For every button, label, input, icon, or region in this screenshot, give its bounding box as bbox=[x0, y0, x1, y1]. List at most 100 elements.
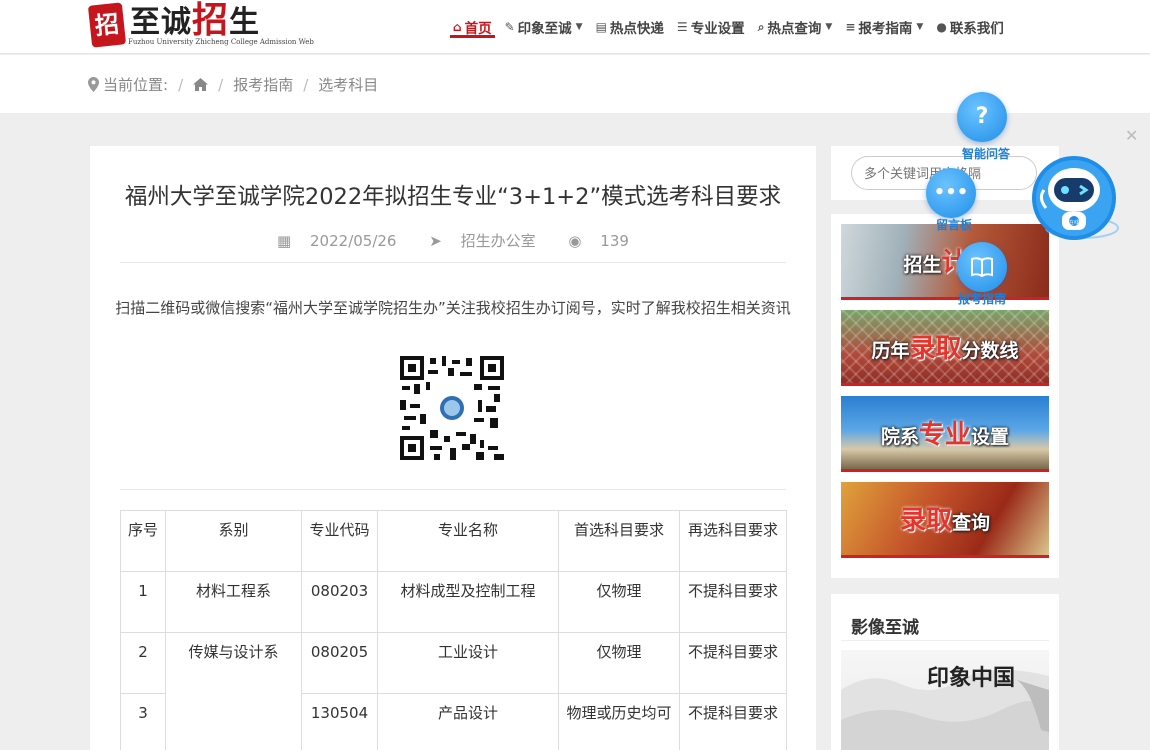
nav-news[interactable]: ▤ 热点快递 bbox=[593, 0, 667, 54]
banner-past-scores[interactable]: 历年录取分数线 bbox=[841, 310, 1049, 386]
table-cell: 不提科目要求 bbox=[679, 693, 787, 750]
logo-seal: 招 bbox=[87, 2, 127, 48]
nav-query[interactable]: ⌕ 热点查询 ▼ bbox=[755, 0, 836, 54]
caret-down-icon: ▼ bbox=[575, 22, 583, 32]
list-icon: ☰ bbox=[676, 20, 688, 34]
message-board-label: 留言板 bbox=[936, 218, 973, 232]
paper-plane-icon: ➤ bbox=[429, 232, 442, 250]
banner-strip bbox=[841, 297, 1049, 300]
table-header-cell: 序号 bbox=[120, 510, 166, 572]
table-header-cell: 再选科目要求 bbox=[679, 510, 787, 572]
divider bbox=[120, 262, 786, 263]
breadcrumb-separator: / bbox=[178, 75, 184, 94]
logo-title: 至诚招生 bbox=[130, 0, 261, 41]
table-cell: 080205 bbox=[301, 632, 378, 694]
article-meta: ▦ 2022/05/26 ➤ 招生办公室 ◉ 139 bbox=[90, 230, 816, 251]
table-header-cell: 专业名称 bbox=[377, 510, 559, 572]
table-cell: 130504 bbox=[301, 693, 378, 750]
home-icon: ⌂ bbox=[453, 20, 462, 34]
guide-button[interactable] bbox=[957, 242, 1007, 292]
table-cell: 仅物理 bbox=[558, 632, 680, 694]
guide-label: 报考指南 bbox=[958, 292, 1007, 306]
main-nav: ⌂ 首页 ✎ 印象至诚 ▼ ▤ 热点快递 ☰ 专业设置 ⌕ 热点查询 ▼ ≡ 报考指南 ▼ ● 联系… bbox=[450, 0, 1014, 54]
nav-impression[interactable]: ✎ 印象至诚 ▼ bbox=[502, 0, 586, 54]
breadcrumb-separator: / bbox=[218, 75, 224, 94]
robot-badge-label: 在线 bbox=[1069, 219, 1079, 226]
table-header-cell: 首选科目要求 bbox=[558, 510, 680, 572]
table-cell: 2 bbox=[120, 632, 166, 694]
banner-label: 录取查询 bbox=[899, 506, 991, 536]
sidebar-gallery: 影像至诚 印象中国 bbox=[831, 594, 1059, 750]
newspaper-icon: ▤ bbox=[595, 20, 607, 34]
search-icon: ⌕ bbox=[757, 19, 765, 34]
smart-qa-button[interactable]: ? bbox=[957, 92, 1007, 142]
calendar-icon: ▦ bbox=[277, 232, 292, 250]
article-card: 福州大学至诚学院2022年拟招生专业“3+1+2”模式选考科目要求 ▦ 2022… bbox=[90, 146, 816, 750]
table-row: 2 传媒与设计系 080205 工业设计 仅物理 不提科目要求 bbox=[120, 632, 787, 750]
table-cell: 材料工程系 bbox=[165, 571, 302, 633]
sidebar-banners: 招生计划 历年录取分数线 院系专业设置 录取查询 bbox=[831, 214, 1059, 578]
nav-majors[interactable]: ☰ 专业设置 bbox=[674, 0, 748, 54]
close-icon[interactable]: ✕ bbox=[1125, 126, 1138, 145]
divider bbox=[841, 640, 1049, 641]
subject-requirements-table: 序号 系别 专业代码 专业名称 首选科目要求 再选科目要求 1 材料工程系 08… bbox=[120, 510, 787, 750]
message-board-button[interactable]: ••• bbox=[926, 168, 976, 218]
breadcrumb-link-guide[interactable]: 报考指南 bbox=[233, 74, 293, 95]
site-logo[interactable]: 招 至诚招生 Fuzhou University Zhicheng Colleg… bbox=[87, 0, 314, 48]
table-cell: 传媒与设计系 bbox=[165, 632, 302, 750]
banner-strip bbox=[841, 555, 1049, 558]
gallery-calligraphy: 印象中国 bbox=[927, 665, 1016, 691]
eye-icon: ◉ bbox=[568, 232, 582, 250]
banner-departments[interactable]: 院系专业设置 bbox=[841, 396, 1049, 472]
banner-admission-query[interactable]: 录取查询 bbox=[841, 482, 1049, 558]
smart-qa-label: 智能问答 bbox=[962, 147, 1011, 161]
map-marker-icon bbox=[88, 77, 99, 92]
table-cell: 物理或历史均可 bbox=[558, 693, 680, 750]
table-cell: 工业设计 bbox=[377, 632, 559, 694]
divider bbox=[120, 489, 786, 490]
table-cell: 3 bbox=[120, 693, 166, 750]
gallery-image[interactable]: 印象中国 bbox=[841, 650, 1049, 750]
robot-assistant-icon[interactable]: 在线 bbox=[1030, 156, 1120, 246]
breadcrumb: 当前位置: / / 报考指南 / 选考科目 bbox=[88, 74, 378, 95]
table-header-cell: 系别 bbox=[165, 510, 302, 572]
article-intro: 扫描二维码或微信搜索“福州大学至诚学院招生办”关注我校招生办订阅号，实时了解我校… bbox=[115, 299, 791, 317]
logo-subtitle: Fuzhou University Zhicheng College Admis… bbox=[128, 38, 314, 46]
book-icon bbox=[971, 257, 993, 278]
breadcrumb-prefix: 当前位置: bbox=[103, 76, 169, 94]
article-author: ➤ 招生办公室 bbox=[429, 232, 536, 250]
table-cell: 080203 bbox=[301, 571, 378, 633]
banner-label: 招生计划 bbox=[903, 248, 986, 278]
table-header-row: 序号 系别 专业代码 专业名称 首选科目要求 再选科目要求 bbox=[120, 510, 787, 572]
table-cell: 1 bbox=[120, 571, 166, 633]
breadcrumb-current: 选考科目 bbox=[318, 76, 379, 94]
nav-contact[interactable]: ● 联系我们 bbox=[933, 0, 1006, 54]
table-cell: 不提科目要求 bbox=[679, 632, 787, 694]
table-cell: 不提科目要求 bbox=[679, 571, 787, 633]
magic-wand-icon: ✎ bbox=[504, 20, 515, 34]
nav-home[interactable]: ⌂ 首页 bbox=[450, 0, 495, 54]
banner-label: 历年录取分数线 bbox=[871, 334, 1019, 364]
caret-down-icon: ▼ bbox=[916, 22, 924, 32]
caret-down-icon: ▼ bbox=[825, 22, 833, 32]
banner-label: 院系专业设置 bbox=[880, 420, 1010, 450]
user-icon: ● bbox=[936, 20, 947, 34]
breadcrumb-separator: / bbox=[303, 75, 309, 94]
article-title: 福州大学至诚学院2022年拟招生专业“3+1+2”模式选考科目要求 bbox=[124, 184, 782, 210]
qr-code-image bbox=[400, 356, 504, 460]
banner-strip bbox=[841, 469, 1049, 472]
ellipsis-icon: ••• bbox=[933, 182, 969, 203]
nav-guide[interactable]: ≡ 报考指南 ▼ bbox=[842, 0, 926, 54]
table-cell: 材料成型及控制工程 bbox=[377, 571, 559, 633]
bars-icon: ≡ bbox=[845, 20, 856, 34]
article-views: ◉ 139 bbox=[568, 232, 629, 250]
table-cell: 产品设计 bbox=[377, 693, 559, 750]
article-date: ▦ 2022/05/26 bbox=[277, 232, 397, 250]
question-icon: ? bbox=[975, 104, 989, 129]
table-row: 1 材料工程系 080203 材料成型及控制工程 仅物理 不提科目要求 bbox=[120, 571, 787, 633]
table-cell: 仅物理 bbox=[558, 571, 680, 633]
gallery-title: 影像至诚 bbox=[851, 618, 919, 638]
home-icon[interactable] bbox=[193, 78, 209, 91]
banner-admission-plan[interactable]: 招生计划 bbox=[841, 224, 1049, 300]
site-header: 招 至诚招生 Fuzhou University Zhicheng Colleg… bbox=[0, 0, 1150, 54]
